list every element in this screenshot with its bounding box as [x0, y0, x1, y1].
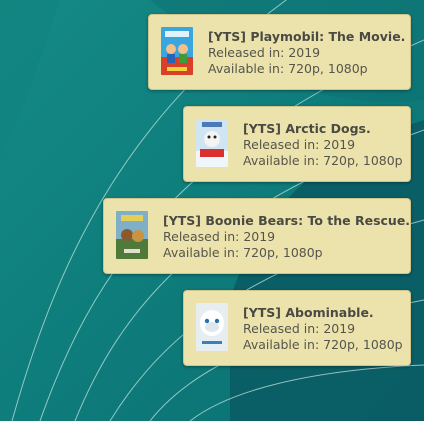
notification-released: Released in: 2019 — [163, 229, 276, 244]
notification-title: [YTS] Arctic Dogs. — [243, 121, 371, 136]
notification-boonie-bears[interactable]: [YTS] Boonie Bears: To the Rescue. Relea… — [103, 198, 411, 274]
notification-available: Available in: 720p, 1080p — [243, 152, 403, 168]
notification-available: Available in: 720p, 1080p — [208, 60, 368, 76]
notification-text: [YTS] Boonie Bears: To the Rescue. Relea… — [163, 212, 410, 260]
notification-abominable[interactable]: [YTS] Abominable. Released in: 2019 Avai… — [183, 290, 411, 366]
notification-available: Available in: 720p, 1080p — [243, 336, 403, 352]
notification-released: Released in: 2019 — [243, 137, 356, 152]
notification-title: [YTS] Abominable. — [243, 305, 374, 320]
poster-boonie-bears-icon — [116, 211, 148, 259]
poster-abominable-icon — [196, 303, 228, 351]
notification-arctic-dogs[interactable]: [YTS] Arctic Dogs. Released in: 2019 Ava… — [183, 106, 411, 182]
notification-released: Released in: 2019 — [208, 45, 321, 60]
poster-playmobil-icon — [161, 27, 193, 75]
poster-arctic-dogs-icon — [196, 119, 228, 167]
notification-available: Available in: 720p, 1080p — [163, 244, 323, 260]
notification-text: [YTS] Arctic Dogs. Released in: 2019 Ava… — [243, 120, 403, 168]
notification-released: Released in: 2019 — [243, 321, 356, 336]
notification-title: [YTS] Boonie Bears: To the Rescue. — [163, 213, 411, 228]
notification-playmobil[interactable]: [YTS] Playmobil: The Movie. Released in:… — [148, 14, 411, 90]
notification-text: [YTS] Playmobil: The Movie. Released in:… — [208, 28, 405, 76]
notification-text: [YTS] Abominable. Released in: 2019 Avai… — [243, 304, 403, 352]
notification-title: [YTS] Playmobil: The Movie. — [208, 29, 406, 44]
